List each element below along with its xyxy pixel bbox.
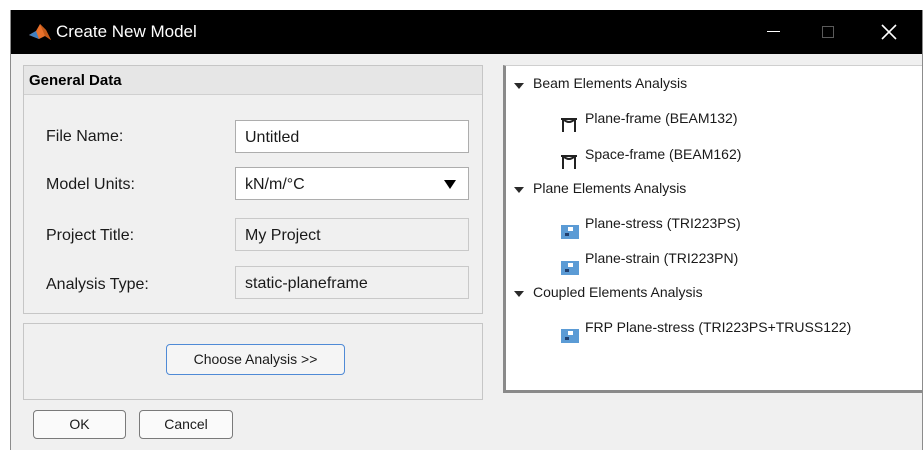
choose-analysis-panel: Choose Analysis >> (23, 323, 483, 400)
general-data-title: General Data (29, 72, 122, 89)
tree-group-label[interactable]: Beam Elements Analysis (533, 75, 687, 91)
tree-group-label[interactable]: Coupled Elements Analysis (533, 284, 703, 300)
window-title: Create New Model (56, 22, 197, 41)
analysis-type-value: static-planeframe (245, 275, 368, 292)
tree-item-label[interactable]: Plane-frame (BEAM132) (585, 110, 738, 126)
file-name-input[interactable]: Untitled (235, 120, 469, 153)
analysis-type-label: Analysis Type: (46, 276, 149, 293)
tree-group-label[interactable]: Plane Elements Analysis (533, 180, 686, 196)
mesh-element-icon (561, 325, 579, 343)
expand-arrow-icon[interactable] (514, 187, 524, 193)
dialog-window: Create New Model General Data File Name:… (10, 10, 923, 450)
maximize-button[interactable] (806, 10, 851, 54)
model-units-select[interactable]: kN/m/°C (235, 167, 469, 200)
expand-arrow-icon[interactable] (514, 291, 524, 297)
tree-item-label[interactable]: Space-frame (BEAM162) (585, 146, 741, 162)
minimize-button[interactable] (752, 10, 797, 54)
cancel-button[interactable]: Cancel (139, 410, 233, 439)
model-units-label: Model Units: (46, 176, 135, 193)
choose-analysis-button[interactable]: Choose Analysis >> (166, 344, 345, 375)
file-name-label: File Name: (46, 128, 124, 145)
analysis-tree[interactable]: Beam Elements Analysis Plane-frame (BEAM… (503, 65, 922, 393)
close-icon (881, 24, 897, 40)
maximize-icon (822, 26, 834, 38)
file-name-value: Untitled (245, 129, 300, 146)
dropdown-arrow-icon (444, 180, 456, 189)
model-units-value: kN/m/°C (245, 176, 305, 193)
mesh-element-icon (561, 257, 579, 275)
tree-item-label[interactable]: Plane-stress (TRI223PS) (585, 215, 741, 231)
mesh-element-icon (561, 221, 579, 239)
project-title-input[interactable]: My Project (235, 218, 469, 251)
minimize-icon (767, 31, 780, 32)
frame-element-icon (561, 155, 577, 169)
general-data-header: General Data (24, 66, 482, 95)
matlab-logo-icon (29, 24, 51, 40)
general-data-panel: General Data File Name: Untitled Model U… (23, 65, 483, 314)
close-button[interactable] (866, 10, 911, 54)
project-title-label: Project Title: (46, 227, 135, 244)
tree-item-label[interactable]: Plane-strain (TRI223PN) (585, 250, 738, 266)
title-bar[interactable]: Create New Model (11, 10, 922, 54)
expand-arrow-icon[interactable] (514, 83, 524, 89)
analysis-type-field: static-planeframe (235, 266, 469, 299)
tree-item-label[interactable]: FRP Plane-stress (TRI223PS+TRUSS122) (585, 319, 851, 335)
frame-element-icon (561, 118, 577, 132)
ok-button[interactable]: OK (33, 410, 126, 439)
project-title-value: My Project (245, 227, 321, 244)
